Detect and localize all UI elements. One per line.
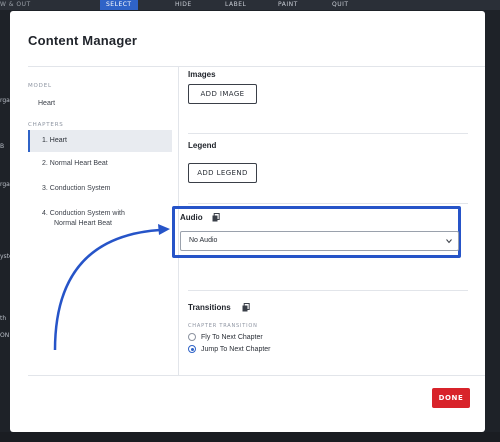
chapter-item-label-line2: Normal Heart Beat bbox=[54, 220, 112, 227]
chapters-section-label: CHAPTERS bbox=[28, 122, 64, 128]
section-divider bbox=[188, 203, 468, 204]
audio-select[interactable]: No Audio bbox=[180, 231, 459, 251]
radio-selected[interactable] bbox=[188, 345, 196, 353]
images-title: Images bbox=[188, 70, 216, 79]
chapter-item-label: 3. Conduction System bbox=[42, 185, 111, 192]
chapter-item-conduction-with-heart-beat[interactable]: 4. Conduction System with Normal Heart B… bbox=[28, 209, 172, 229]
model-chapters-panel: MODEL Heart CHAPTERS 1. Heart 2. Normal … bbox=[28, 67, 179, 375]
chapter-item-label: 1. Heart bbox=[42, 137, 67, 144]
toolbar-quit-tool[interactable]: QUIT bbox=[332, 0, 349, 10]
transitions-title: Transitions bbox=[188, 303, 231, 312]
transition-option-jump[interactable]: Jump To Next Chapter bbox=[188, 344, 271, 354]
chapter-item-label: 2. Normal Heart Beat bbox=[42, 160, 108, 167]
toolbar-view-label: W & OUT bbox=[0, 1, 31, 8]
transition-option-label: Fly To Next Chapter bbox=[201, 333, 263, 341]
radio-unselected[interactable] bbox=[188, 333, 196, 341]
transition-option-label: Jump To Next Chapter bbox=[201, 345, 271, 353]
audio-select-value: No Audio bbox=[189, 237, 218, 244]
toolbar-label-tool[interactable]: LABEL bbox=[225, 0, 246, 10]
chapter-item-normal-heart-beat[interactable]: 2. Normal Heart Beat bbox=[28, 159, 172, 169]
section-divider bbox=[188, 133, 468, 134]
app-bottom-bar bbox=[0, 432, 500, 442]
audio-section-highlight: Audio No Audio bbox=[172, 206, 461, 258]
toolbar-hide-tool[interactable]: HIDE bbox=[175, 0, 192, 10]
toolbar-select-tool[interactable]: SELECT bbox=[100, 0, 138, 10]
bg-side-text: ON bbox=[0, 332, 10, 339]
chevron-down-icon bbox=[446, 239, 452, 244]
bg-side-text: B bbox=[0, 143, 5, 150]
add-image-button[interactable]: ADD IMAGE bbox=[188, 84, 257, 104]
audio-title: Audio bbox=[180, 213, 203, 222]
legend-title: Legend bbox=[188, 141, 217, 150]
transition-option-fly[interactable]: Fly To Next Chapter bbox=[188, 332, 263, 342]
model-section-label: MODEL bbox=[28, 83, 52, 89]
chapter-item-heart[interactable]: 1. Heart bbox=[28, 130, 172, 152]
modal-title: Content Manager bbox=[28, 33, 138, 48]
bg-side-text: th bbox=[0, 315, 7, 322]
app-toolbar bbox=[0, 0, 500, 10]
done-button[interactable]: DONE bbox=[432, 388, 470, 408]
chapter-item-label: 4. Conduction System with bbox=[42, 210, 125, 217]
footer-divider bbox=[28, 375, 485, 376]
add-legend-button[interactable]: ADD LEGEND bbox=[188, 163, 257, 183]
toolbar-paint-tool[interactable]: PAINT bbox=[278, 0, 298, 10]
section-divider bbox=[188, 290, 468, 291]
copy-icon[interactable] bbox=[242, 303, 250, 312]
chapter-transition-label: CHAPTER TRANSITION bbox=[188, 323, 258, 329]
chapter-item-conduction-system[interactable]: 3. Conduction System bbox=[28, 184, 172, 194]
model-name: Heart bbox=[38, 100, 56, 107]
copy-icon[interactable] bbox=[212, 213, 220, 222]
